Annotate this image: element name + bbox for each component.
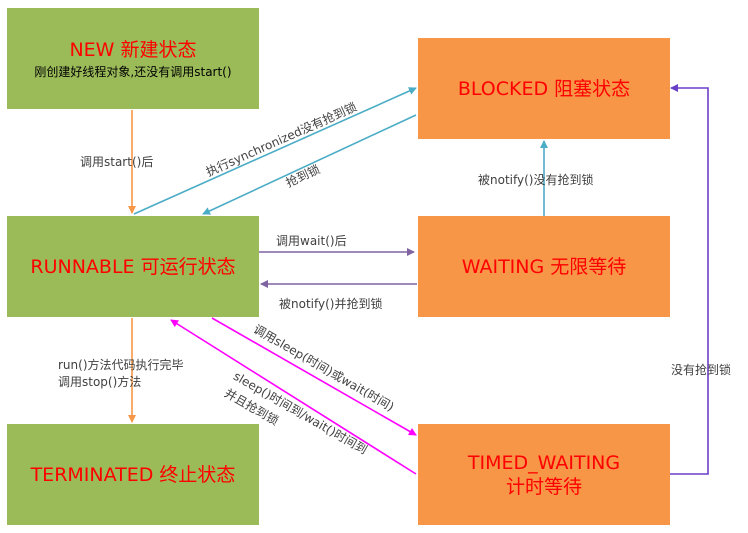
- label-new-to-runnable: 调用start()后: [80, 155, 154, 169]
- label-runnable-to-waiting: 调用wait()后: [276, 234, 347, 248]
- state-new: NEW 新建状态 刚创建好线程对象,还没有调用start(): [7, 8, 259, 109]
- state-runnable-title: RUNNABLE 可运行状态: [30, 255, 236, 278]
- state-terminated-title: TERMINATED 终止状态: [30, 463, 236, 486]
- state-new-subtitle: 刚创建好线程对象,还没有调用start(): [34, 64, 232, 79]
- state-blocked-title: BLOCKED 阻塞状态: [457, 77, 631, 100]
- state-runnable: RUNNABLE 可运行状态: [7, 216, 259, 317]
- label-waiting-to-runnable: 被notify()并抢到锁: [279, 297, 383, 311]
- state-waiting-title: WAITING 无限等待: [461, 255, 627, 278]
- state-waiting: WAITING 无限等待: [418, 216, 670, 317]
- state-timed-waiting-title-line1: TIMED_WAITING: [467, 451, 621, 474]
- arrow-timed-waiting-to-blocked: [670, 84, 709, 475]
- label-runnable-to-terminated-line2: 调用stop()方法: [58, 375, 142, 389]
- state-blocked: BLOCKED 阻塞状态: [418, 38, 670, 139]
- label-runnable-to-terminated-line1: run()方法代码执行完毕: [58, 358, 184, 372]
- state-terminated: TERMINATED 终止状态: [7, 424, 259, 525]
- state-new-title: NEW 新建状态: [69, 38, 197, 61]
- state-timed-waiting-title-line2: 计时等待: [505, 475, 582, 498]
- label-waiting-to-blocked: 被notify()没有抢到锁: [478, 173, 594, 187]
- label-timed-waiting-to-blocked: 没有抢到锁: [671, 363, 732, 377]
- state-timed-waiting: TIMED_WAITING 计时等待: [418, 424, 670, 525]
